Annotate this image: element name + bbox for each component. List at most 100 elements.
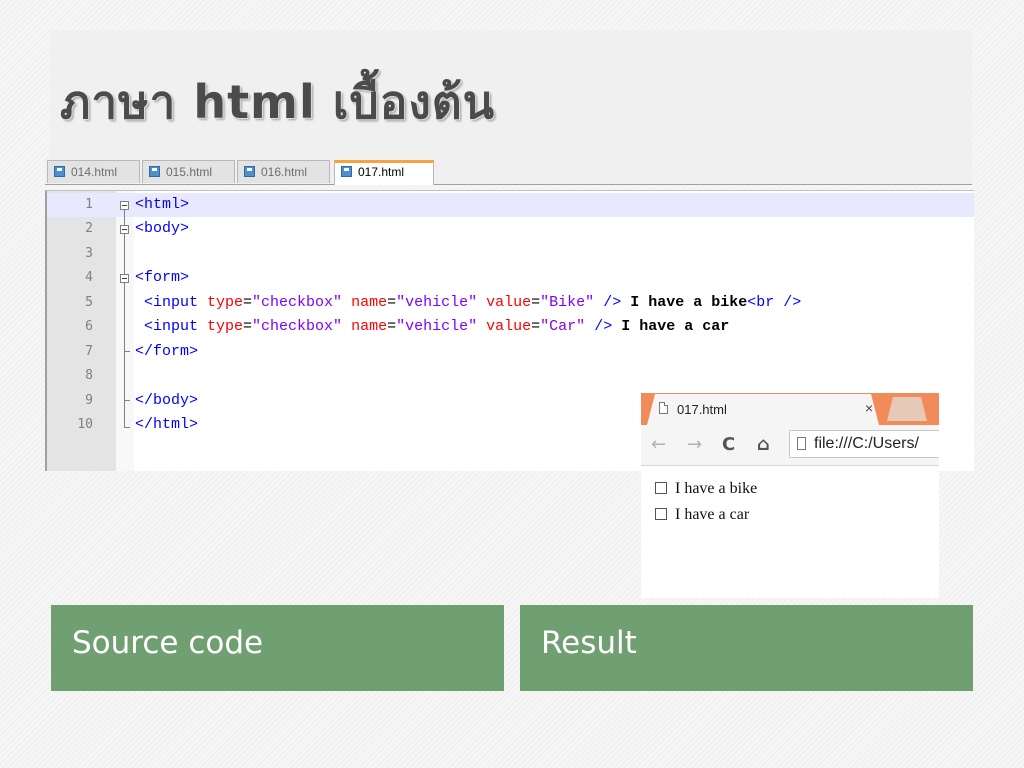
code-token: name <box>351 318 388 335</box>
browser-page-content: I have a bike I have a car <box>641 466 939 598</box>
address-url: file:///C:/Users/ <box>814 435 919 452</box>
checkbox-label: I have a bike <box>675 480 758 497</box>
close-tab-icon[interactable]: × <box>865 400 873 416</box>
fold-end-tick <box>124 427 130 428</box>
checkbox-row-car: I have a car <box>655 506 749 524</box>
checkbox-label: I have a car <box>675 506 750 523</box>
code-token: /> <box>585 318 613 335</box>
editor-tab-014[interactable]: 014.html <box>47 160 140 183</box>
page-icon <box>659 402 668 414</box>
code-token: = <box>387 318 397 335</box>
fold-guide-line <box>124 283 125 428</box>
back-arrow-icon[interactable]: ← <box>651 434 666 455</box>
browser-window: 017.html × ← → C ⌂ file:///C:/Users/ I h… <box>641 393 939 598</box>
code-token: <input <box>135 318 208 335</box>
code-token: = <box>243 318 253 335</box>
code-line-4[interactable]: 4 <form> <box>47 266 974 290</box>
line-number: 4 <box>85 270 93 285</box>
tab-label: 015.html <box>166 165 213 179</box>
code-text: <input type="checkbox" name="vehicle" va… <box>135 294 801 311</box>
bike-checkbox[interactable] <box>655 482 667 494</box>
fold-end-tick <box>124 351 130 352</box>
editor-tab-016[interactable]: 016.html <box>237 160 330 183</box>
code-line-3[interactable]: 3 <box>47 242 974 266</box>
fold-collapse-icon[interactable] <box>120 225 129 234</box>
file-save-icon <box>341 166 352 177</box>
reload-icon[interactable]: C <box>722 434 735 455</box>
editor-tab-015[interactable]: 015.html <box>142 160 235 183</box>
code-token: </form> <box>135 343 199 360</box>
forward-arrow-icon[interactable]: → <box>687 434 702 455</box>
code-text: <body> <box>135 220 189 237</box>
code-line-2[interactable]: 2 <body> <box>47 217 974 241</box>
line-number: 1 <box>85 197 93 212</box>
code-token: name <box>351 294 388 311</box>
code-token: I have a bike <box>621 294 748 311</box>
browser-toolbar: ← → C ⌂ file:///C:/Users/ <box>641 425 939 466</box>
code-token: <br /> <box>747 294 802 311</box>
code-line-1[interactable]: 1 <html> <box>47 193 974 217</box>
code-token: </html> <box>135 416 199 433</box>
code-token: <html> <box>135 196 190 213</box>
fold-collapse-icon[interactable] <box>120 274 129 283</box>
code-token: value <box>486 294 532 311</box>
code-token: "checkbox" <box>252 318 343 335</box>
code-line-5[interactable]: 5 <input type="checkbox" name="vehicle" … <box>47 291 974 315</box>
car-checkbox[interactable] <box>655 508 667 520</box>
code-token: <input <box>135 294 208 311</box>
code-token: = <box>387 294 397 311</box>
fold-guide-line <box>124 234 125 274</box>
browser-tab[interactable]: 017.html × <box>647 394 879 425</box>
editor-tab-017-active[interactable]: 017.html <box>334 160 434 185</box>
code-token: = <box>531 318 541 335</box>
tab-label: 016.html <box>261 165 308 179</box>
browser-tab-title: 017.html <box>677 402 727 417</box>
line-number: 9 <box>85 393 93 408</box>
fold-guide-line <box>124 210 125 225</box>
code-text: </form> <box>135 343 198 360</box>
line-number: 2 <box>85 221 93 236</box>
editor-tab-bar: 014.html 015.html 016.html 017.html <box>45 158 972 185</box>
code-line-7[interactable]: 7 </form> <box>47 340 974 364</box>
code-token: "checkbox" <box>252 294 343 311</box>
source-code-caption: Source code <box>51 605 504 691</box>
code-token: I have a car <box>612 318 730 335</box>
home-icon[interactable]: ⌂ <box>757 434 770 455</box>
new-tab-button[interactable] <box>887 397 927 421</box>
code-token: "Bike" <box>540 294 595 311</box>
file-save-icon <box>149 166 160 177</box>
line-number: 3 <box>85 246 93 261</box>
code-text: <html> <box>135 196 189 213</box>
browser-tab-strip: 017.html × <box>641 393 939 425</box>
file-save-icon <box>244 166 255 177</box>
address-bar[interactable]: file:///C:/Users/ <box>789 430 939 458</box>
line-number: 7 <box>85 344 93 359</box>
tab-label: 017.html <box>358 165 405 179</box>
code-token: "vehicle" <box>396 294 478 311</box>
line-number: 6 <box>85 319 93 334</box>
line-number: 5 <box>85 295 93 310</box>
code-token: = <box>531 294 541 311</box>
code-text: <form> <box>135 269 189 286</box>
slide-title: ภาษา html เบื้องต้น <box>60 75 496 129</box>
code-token: type <box>207 318 244 335</box>
code-line-8[interactable]: 8 <box>47 364 974 388</box>
code-token: /> <box>594 294 622 311</box>
line-number: 8 <box>85 368 93 383</box>
fold-end-tick <box>124 400 130 401</box>
code-text: <input type="checkbox" name="vehicle" va… <box>135 318 729 335</box>
code-token: value <box>486 318 532 335</box>
code-token: </body> <box>135 392 199 409</box>
code-token: "vehicle" <box>396 318 478 335</box>
code-token: <form> <box>135 269 190 286</box>
code-token: "Car" <box>540 318 586 335</box>
file-save-icon <box>54 166 65 177</box>
fold-collapse-icon[interactable] <box>120 201 129 210</box>
code-token: <body> <box>135 220 190 237</box>
code-token: type <box>207 294 244 311</box>
result-caption: Result <box>520 605 973 691</box>
line-number: 10 <box>77 417 93 432</box>
code-line-6[interactable]: 6 <input type="checkbox" name="vehicle" … <box>47 315 974 339</box>
